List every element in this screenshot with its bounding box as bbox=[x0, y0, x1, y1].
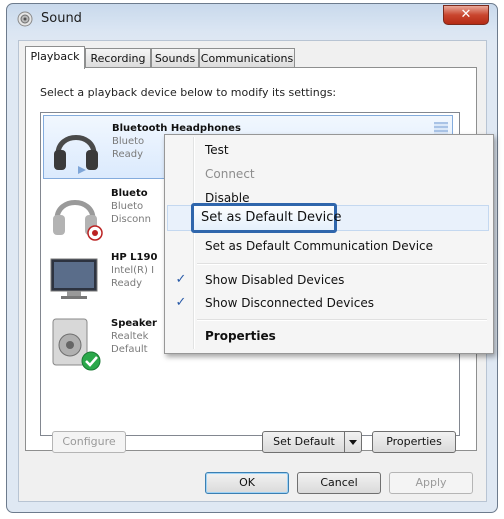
menu-item-test[interactable]: Test bbox=[205, 143, 229, 157]
apply-button[interactable]: Apply bbox=[389, 472, 473, 494]
speaker-icon bbox=[17, 11, 33, 27]
properties-button[interactable]: Properties bbox=[372, 431, 456, 453]
device-status: Disconn bbox=[111, 214, 151, 225]
menu-item-label: Set as Default Device bbox=[201, 210, 342, 225]
device-name: Blueto bbox=[111, 188, 148, 199]
device-name: Speaker bbox=[111, 318, 157, 329]
menu-item-show-disconnected[interactable]: Show Disconnected Devices bbox=[205, 296, 374, 310]
device-driver: Intel(R) I bbox=[111, 265, 155, 276]
context-menu: Test Connect Disable Set as Default Devi… bbox=[164, 134, 494, 354]
device-driver: Realtek bbox=[111, 331, 149, 342]
menu-separator bbox=[197, 319, 487, 321]
checkmark-icon: ✓ bbox=[175, 295, 187, 310]
menu-item-set-default-device[interactable]: Set as Default Device bbox=[191, 203, 341, 233]
configure-button[interactable]: Configure bbox=[52, 431, 126, 453]
set-default-label: Set Default bbox=[273, 435, 335, 448]
chevron-down-icon[interactable] bbox=[344, 432, 361, 452]
device-text: HP L190 Intel(R) I Ready bbox=[111, 251, 157, 290]
device-status: Ready bbox=[111, 278, 143, 289]
checkmark-icon: ✓ bbox=[175, 272, 187, 287]
monitor-icon bbox=[50, 258, 98, 299]
instructions-text: Select a playback device below to modify… bbox=[40, 86, 337, 99]
menu-item-set-default-communication[interactable]: Set as Default Communication Device bbox=[205, 239, 433, 253]
headphones-disconnected-icon bbox=[53, 200, 103, 241]
close-icon: ✕ bbox=[460, 7, 472, 22]
headphones-icon bbox=[54, 135, 98, 174]
device-name: HP L190 bbox=[111, 252, 158, 263]
menu-item-show-disabled[interactable]: Show Disabled Devices bbox=[205, 273, 344, 287]
tab-sounds[interactable]: Sounds bbox=[151, 48, 199, 67]
tab-playback[interactable]: Playback bbox=[25, 46, 85, 69]
tab-recording[interactable]: Recording bbox=[85, 48, 151, 67]
cancel-button[interactable]: Cancel bbox=[297, 472, 381, 494]
device-status: Default bbox=[111, 344, 148, 355]
menu-item-connect[interactable]: Connect bbox=[205, 167, 255, 181]
device-driver: Blueto bbox=[111, 201, 144, 212]
tab-communications[interactable]: Communications bbox=[199, 48, 295, 67]
device-text: Blueto Blueto Disconn bbox=[111, 187, 151, 226]
close-button[interactable]: ✕ bbox=[443, 5, 489, 25]
speaker-default-icon bbox=[52, 318, 101, 371]
menu-gutter bbox=[193, 137, 195, 349]
device-text: Speaker Realtek Default bbox=[111, 317, 157, 356]
set-default-button[interactable]: Set Default bbox=[262, 431, 362, 453]
ok-button[interactable]: OK bbox=[205, 472, 289, 494]
window-title: Sound bbox=[41, 11, 82, 26]
menu-item-properties[interactable]: Properties bbox=[205, 329, 276, 343]
title-bar[interactable]: Sound ✕ bbox=[7, 4, 497, 34]
menu-separator bbox=[197, 263, 487, 265]
